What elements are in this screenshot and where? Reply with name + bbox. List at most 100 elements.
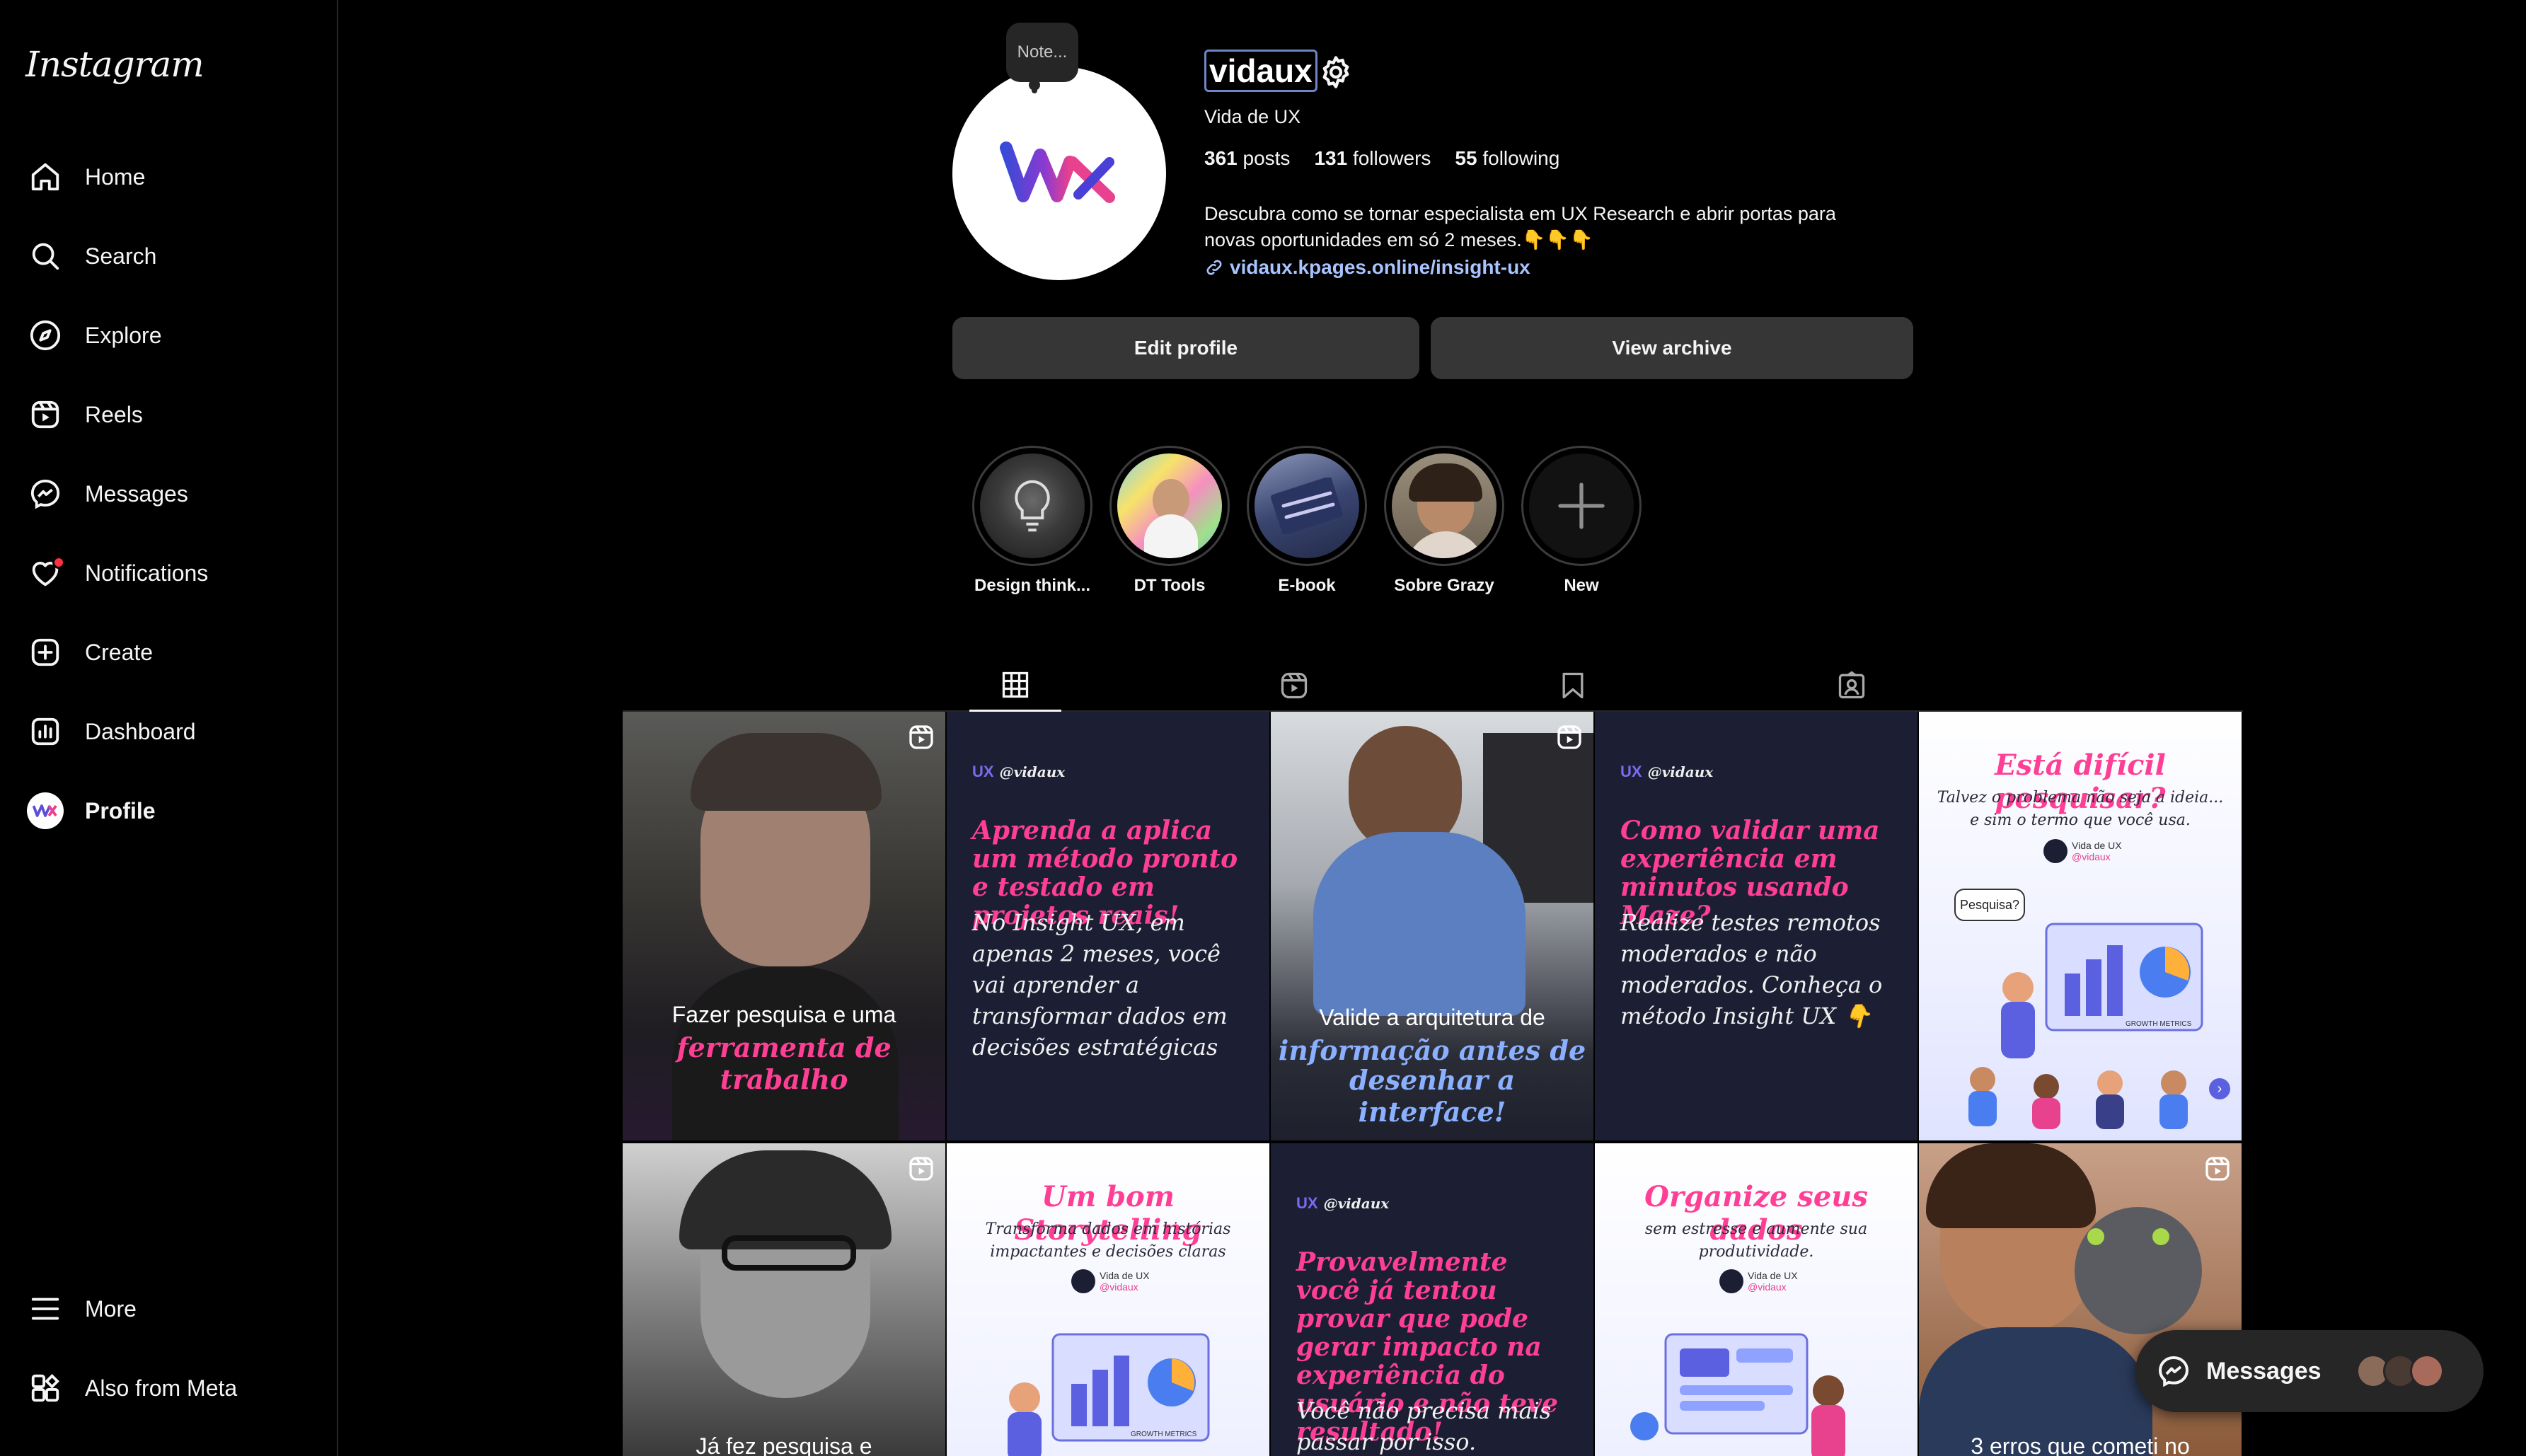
note-bubble[interactable]: Note... bbox=[1006, 23, 1078, 82]
svg-text:GROWTH METRICS: GROWTH METRICS bbox=[2126, 1020, 2192, 1028]
lightbulb-icon bbox=[1015, 480, 1050, 532]
post-tile[interactable]: UX @vidaux Provavelmente você já tentou p… bbox=[1271, 1143, 1593, 1456]
highlight-dt-tools[interactable]: DT Tools bbox=[1109, 446, 1230, 596]
sidebar-item-more[interactable]: More bbox=[11, 1275, 327, 1343]
post-brand: Vida de UX @vidaux bbox=[1719, 1269, 1798, 1293]
post-tile[interactable]: UX @vidaux Aprenda a aplica um método pro… bbox=[947, 712, 1269, 1140]
svg-text:GROWTH METRICS: GROWTH METRICS bbox=[1131, 1431, 1197, 1438]
sidebar-item-search[interactable]: Search bbox=[11, 222, 327, 290]
plus-square-icon bbox=[11, 618, 79, 686]
post-brand: UX @vidaux bbox=[972, 763, 1066, 780]
highlight-sobre-grazy[interactable]: Sobre Grazy bbox=[1384, 446, 1504, 596]
post-caption: Valide a arquitetura de bbox=[1319, 1005, 1545, 1030]
menu-icon bbox=[11, 1275, 79, 1343]
reels-icon bbox=[909, 725, 933, 749]
post-caption: 3 erros que cometi no bbox=[1971, 1433, 2190, 1456]
sidebar-item-explore[interactable]: Explore bbox=[11, 301, 327, 369]
highlight-e-book[interactable]: E-book bbox=[1247, 446, 1367, 596]
ebook-cover-icon bbox=[1270, 478, 1344, 534]
post-tile[interactable]: Valide a arquitetura de informação antes… bbox=[1271, 712, 1593, 1140]
avatar bbox=[2410, 1354, 2444, 1388]
post-subtitle: sem estresse e aumente sua produtividade… bbox=[1644, 1220, 1868, 1261]
sidebar-item-label: Search bbox=[85, 243, 157, 269]
post-caption: ferramenta de trabalho bbox=[676, 1032, 892, 1095]
link-icon bbox=[1206, 260, 1222, 275]
following-stat[interactable]: 55 following bbox=[1455, 147, 1559, 170]
sidebar-item-home[interactable]: Home bbox=[11, 143, 327, 211]
profile-bio: Descubra como se tornar especialista em … bbox=[1204, 203, 1836, 250]
illustration bbox=[1630, 1333, 1845, 1456]
post-tile[interactable]: UX @vidaux Como validar uma experiência e… bbox=[1595, 712, 1917, 1140]
post-subtitle: Transforma dados em histórias impactante… bbox=[985, 1220, 1231, 1261]
instagram-logo[interactable]: Instagram bbox=[25, 44, 204, 85]
post-caption: informação antes de bbox=[1278, 1034, 1586, 1066]
illustration: GROWTH METRICS bbox=[1008, 1333, 1210, 1456]
notification-badge bbox=[52, 556, 65, 569]
post-caption: desenhar a interface! bbox=[1349, 1064, 1516, 1128]
profile-link[interactable]: vidaux.kpages.online/insight-ux bbox=[1204, 256, 1530, 279]
post-body: No Insight UX, em apenas 2 meses, você v… bbox=[972, 909, 1228, 1061]
post-body: Realize testes remotos moderados e não m… bbox=[1620, 909, 1883, 1029]
tab-posts[interactable] bbox=[969, 659, 1061, 712]
profile-username: vidaux bbox=[1204, 50, 1317, 92]
grid-icon bbox=[1002, 671, 1029, 698]
post-body: Você não precisa mais passar por isso. C… bbox=[1296, 1397, 1552, 1455]
post-caption: Já fez pesquisa e bbox=[696, 1433, 872, 1456]
sidebar-item-label: Home bbox=[85, 163, 146, 190]
sidebar-item-also-from-meta[interactable]: Also from Meta bbox=[11, 1354, 327, 1422]
post-caption: Fazer pesquisa e uma bbox=[671, 1002, 896, 1027]
note-bubble-tail bbox=[1032, 88, 1037, 93]
sidebar-item-label: Profile bbox=[85, 797, 156, 824]
view-archive-button[interactable]: View archive bbox=[1431, 317, 1913, 379]
home-icon bbox=[11, 143, 79, 211]
tab-tagged[interactable] bbox=[1806, 659, 1898, 712]
post-tile[interactable]: Organize seus dados sem estresse e aumen… bbox=[1595, 1143, 1917, 1456]
meta-grid-icon bbox=[11, 1354, 79, 1422]
messages-floating-button[interactable]: Messages bbox=[2135, 1330, 2484, 1412]
heart-icon bbox=[11, 539, 79, 607]
chevron-right-icon: › bbox=[2209, 1078, 2230, 1099]
messenger-icon bbox=[2158, 1356, 2189, 1387]
sidebar-item-dashboard[interactable]: Dashboard bbox=[11, 698, 327, 765]
reels-icon bbox=[11, 381, 79, 449]
sidebar-item-label: Dashboard bbox=[85, 718, 196, 744]
sidebar-item-create[interactable]: Create bbox=[11, 618, 327, 686]
sidebar-item-label: Create bbox=[85, 639, 154, 665]
messages-label: Messages bbox=[2206, 1357, 2322, 1385]
sidebar-item-messages[interactable]: Messages bbox=[11, 460, 327, 528]
reels-icon bbox=[1281, 672, 1308, 699]
tab-reels[interactable] bbox=[1248, 659, 1340, 712]
edit-profile-button[interactable]: Edit profile bbox=[952, 317, 1419, 379]
sidebar-item-notifications[interactable]: Notifications bbox=[11, 539, 327, 607]
reels-icon bbox=[2205, 1157, 2230, 1181]
sidebar-item-label: Notifications bbox=[85, 560, 209, 586]
post-brand: Vida de UX @vidaux bbox=[2043, 839, 2122, 863]
post-brand: UX @vidaux bbox=[1296, 1194, 1390, 1212]
vidaux-logo bbox=[1000, 141, 1115, 203]
post-tile[interactable]: Já fez pesquisa e bbox=[623, 1143, 945, 1456]
sidebar-item-profile[interactable]: Profile bbox=[11, 777, 327, 845]
followers-stat[interactable]: 131 followers bbox=[1314, 147, 1431, 170]
sidebar-item-label: Messages bbox=[85, 480, 188, 507]
messenger-icon bbox=[11, 460, 79, 528]
profile-full-name: Vida de UX bbox=[1204, 106, 1301, 127]
profile-avatar[interactable] bbox=[952, 67, 1166, 280]
search-icon bbox=[11, 222, 79, 290]
avatar bbox=[27, 792, 64, 829]
post-subtitle: Talvez o problema não seja a ideia... e … bbox=[1937, 789, 2224, 829]
post-tile[interactable]: Um bom Storytelling Transforma dados em … bbox=[947, 1143, 1269, 1456]
gear-icon[interactable] bbox=[1317, 54, 1354, 91]
compass-icon bbox=[11, 301, 79, 369]
sidebar-item-label: Reels bbox=[85, 401, 143, 427]
sidebar-item-reels[interactable]: Reels bbox=[11, 381, 327, 449]
sidebar-item-label: More bbox=[85, 1295, 137, 1322]
chart-icon bbox=[11, 698, 79, 765]
highlight-new[interactable]: New bbox=[1521, 446, 1642, 596]
tagged-icon bbox=[1838, 671, 1865, 699]
illustration: GROWTH METRICS bbox=[1968, 923, 2203, 1129]
post-brand: Vida de UX @vidaux bbox=[1071, 1269, 1150, 1293]
post-tile[interactable]: Fazer pesquisa e uma ferramenta de traba… bbox=[623, 712, 945, 1140]
post-tile[interactable]: Está difícil pesquisar? Talvez o problem… bbox=[1919, 712, 2242, 1140]
tab-saved[interactable] bbox=[1527, 659, 1619, 712]
highlight-design-thinking[interactable]: Design think... bbox=[972, 446, 1092, 596]
